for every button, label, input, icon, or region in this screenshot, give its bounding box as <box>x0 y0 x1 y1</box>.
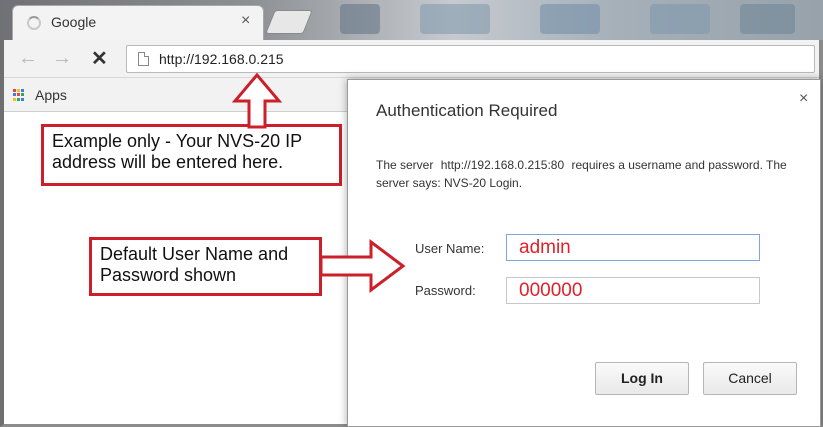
apps-grid-dot <box>21 89 24 92</box>
up-arrow-icon <box>231 72 283 129</box>
apps-grid-icon[interactable] <box>13 89 25 101</box>
toolbar: ← → ✕ http://192.168.0.215 <box>4 40 819 78</box>
stop-loading-icon[interactable]: ✕ <box>91 46 108 71</box>
background-blur <box>340 4 380 34</box>
tab-title: Google <box>51 14 97 30</box>
apps-bookmark[interactable]: Apps <box>35 87 67 103</box>
apps-grid-dot <box>21 93 24 97</box>
message-suffix: requires a username and password. The se… <box>376 158 787 190</box>
apps-grid-dot <box>13 97 16 101</box>
dialog-message: The server http://192.168.0.215:80 requi… <box>376 156 806 192</box>
background-blur <box>740 4 795 34</box>
password-input[interactable]: 000000 <box>506 277 760 304</box>
tab-close-icon[interactable]: × <box>241 12 250 30</box>
apps-grid-dot <box>17 89 20 92</box>
apps-grid-dot <box>17 93 20 97</box>
background-blur <box>540 4 600 34</box>
address-bar[interactable]: http://192.168.0.215 <box>126 45 815 73</box>
apps-grid-dot <box>13 89 16 92</box>
message-prefix: The server <box>376 158 434 172</box>
dialog-title: Authentication Required <box>376 101 558 120</box>
username-label: User Name: <box>415 241 485 256</box>
new-tab-button[interactable] <box>265 10 313 34</box>
ip-address-callout: Example only - Your NVS-20 IP address wi… <box>41 124 342 186</box>
back-arrow-icon[interactable]: ← <box>18 47 38 70</box>
username-input[interactable]: admin <box>506 234 760 261</box>
loading-spinner-icon <box>27 16 41 30</box>
tab-google[interactable]: Google × <box>12 5 264 40</box>
background-blur <box>650 4 710 34</box>
message-server-address: http://192.168.0.215:80 <box>440 158 565 172</box>
apps-grid-dot <box>17 97 20 101</box>
background-blur <box>420 4 490 34</box>
default-credentials-callout: Default User Name and Password shown <box>89 237 322 296</box>
password-label: Password: <box>415 283 476 298</box>
ip-callout-text: Example only - Your NVS-20 IP address wi… <box>52 131 302 172</box>
tab-strip: Google × <box>0 0 823 40</box>
url-text[interactable]: http://192.168.0.215 <box>159 51 284 67</box>
apps-grid-dot <box>13 93 16 97</box>
dialog-close-icon[interactable]: × <box>799 90 808 108</box>
login-button[interactable]: Log In <box>595 362 689 395</box>
right-arrow-icon <box>319 239 406 293</box>
page-icon <box>138 52 149 66</box>
apps-grid-dot <box>21 97 24 101</box>
forward-arrow-icon[interactable]: → <box>52 47 72 70</box>
cancel-button[interactable]: Cancel <box>703 362 797 395</box>
default-callout-text: Default User Name and Password shown <box>100 244 289 285</box>
